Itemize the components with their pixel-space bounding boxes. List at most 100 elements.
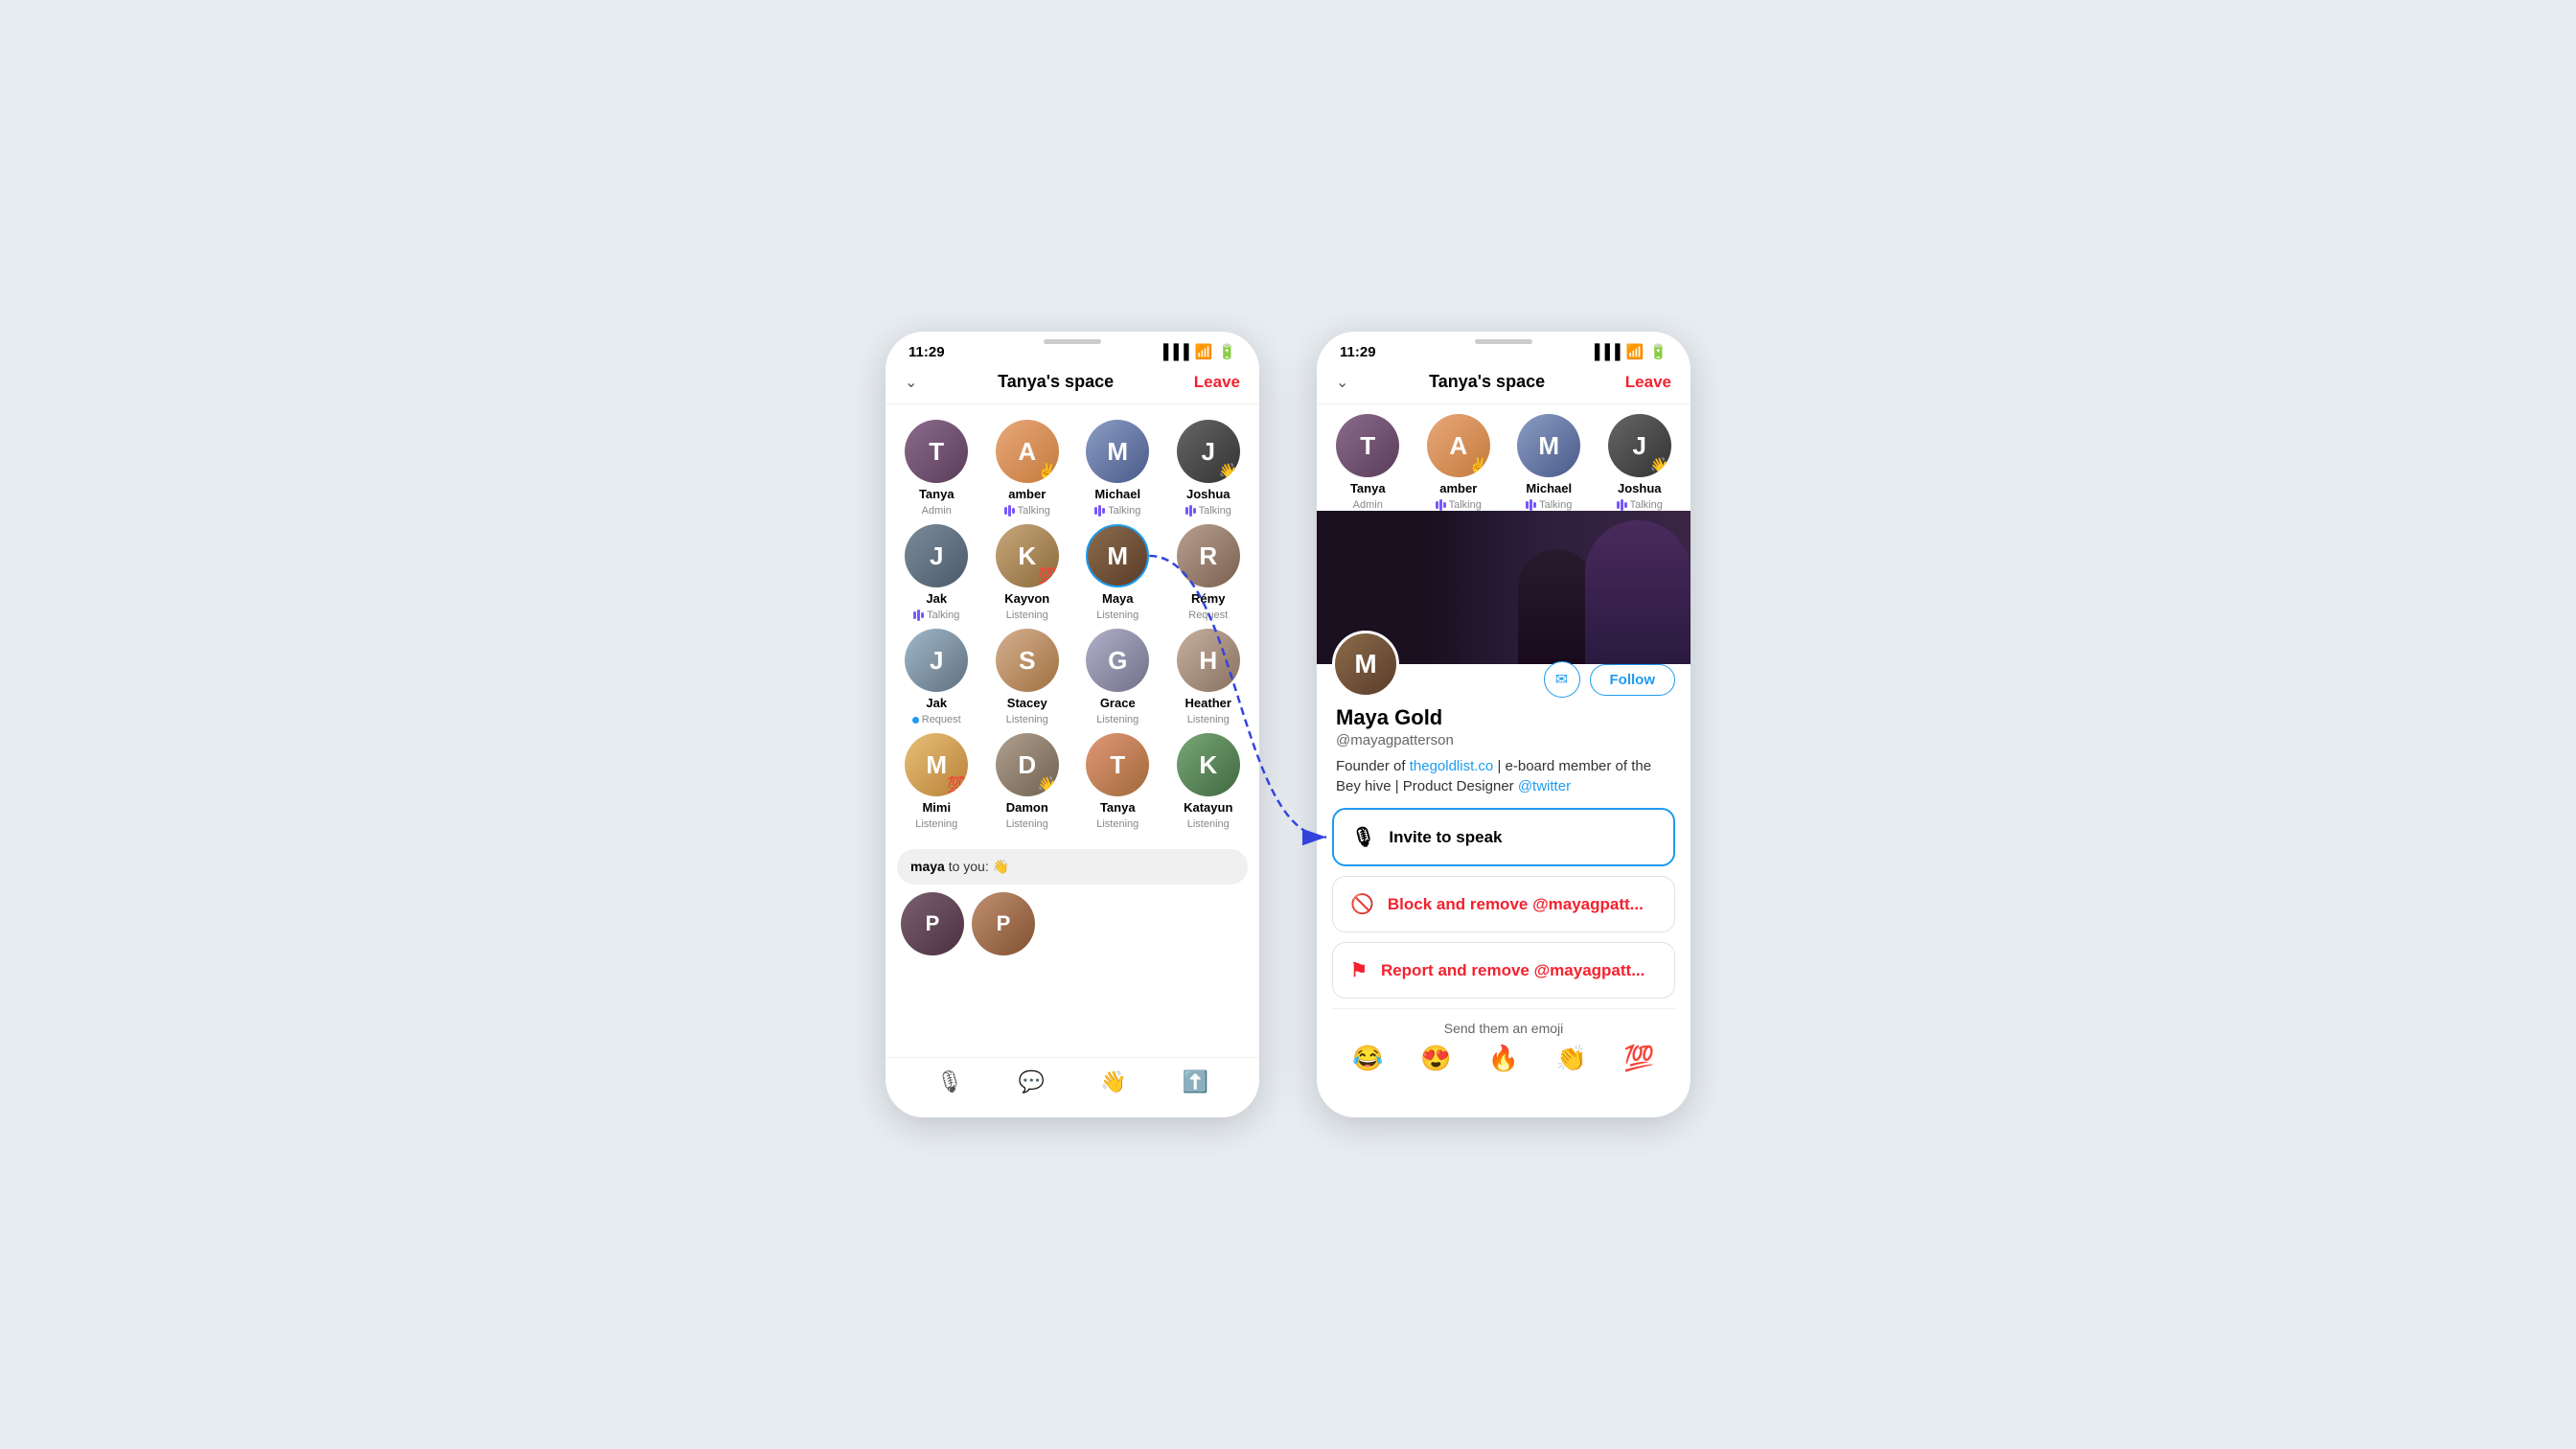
participant-michael: M Michael Talking [1076,420,1160,517]
right-space-header: ⌄ Tanya's space Leave [1317,364,1690,404]
participant-kayvon: K💯 Kayvon Listening [986,524,1070,621]
wifi-icon: 📶 [1195,343,1213,360]
r-name-joshua: Joshua [1618,481,1662,495]
r-avatar-tanya: T [1336,414,1399,477]
emoji-fire[interactable]: 🔥 [1488,1044,1519,1073]
bio-text1: Founder of [1336,758,1410,774]
avatar-maya[interactable]: M [1086,524,1149,587]
bio-link2[interactable]: @twitter [1518,778,1571,794]
profile-header-section: M ✉ Follow [1317,631,1690,698]
participant-jak: J Jak Talking [895,524,978,621]
r-status-amber: Talking [1436,499,1482,511]
emoji-row: 😂 😍 🔥 👏 💯 [1334,1044,1673,1073]
participant-remy: R Rémy Request [1167,524,1251,621]
emoji-heart-eyes[interactable]: 😍 [1420,1044,1451,1073]
report-remove-button[interactable]: ⚑ Report and remove @mayagpatt... [1332,942,1675,999]
left-status-bar: 11:29 ▐▐▐ 📶 🔋 [886,332,1259,364]
left-leave-button[interactable]: Leave [1194,373,1240,392]
status-jak2: Request [912,714,961,725]
right-phone: 11:29 ▐▐▐ 📶 🔋 ⌄ Tanya's space Leave T Ta… [1317,332,1690,1117]
status-tanya: Admin [922,505,952,517]
avatar-joshua: J👋 [1177,420,1240,483]
name-remy: Rémy [1191,591,1225,606]
signal-icon: ▐▐▐ [1159,344,1189,360]
participant-stacey: S Stacey Listening [986,629,1070,725]
follow-button[interactable]: Follow [1590,664,1676,696]
left-space-title: Tanya's space [998,372,1114,392]
invite-to-speak-button[interactable]: 🎙 Invite to speak [1332,808,1675,866]
chevron-down-icon[interactable]: ⌄ [905,373,917,392]
left-phone: 11:29 ▐▐▐ 📶 🔋 ⌄ Tanya's space Leave T Ta… [886,332,1259,1117]
bio-link1[interactable]: thegoldlist.co [1410,758,1494,774]
left-space-header: ⌄ Tanya's space Leave [886,364,1259,404]
participant-katayun: K Katayun Listening [1167,733,1251,830]
signal-icon-r: ▐▐▐ [1590,344,1621,360]
r-name-amber: amber [1439,481,1477,495]
scene: 11:29 ▐▐▐ 📶 🔋 ⌄ Tanya's space Leave T Ta… [886,332,1690,1117]
participant-tanya2: T Tanya Listening [1076,733,1160,830]
status-kayvon: Listening [1006,610,1048,621]
block-remove-button[interactable]: 🚫 Block and remove @mayagpatt... [1332,876,1675,932]
name-stacey: Stacey [1007,696,1047,710]
participant-mimi: M💯 Mimi Listening [895,733,978,830]
emoji-section: Send them an emoji 😂 😍 🔥 👏 💯 [1317,1009,1690,1085]
status-katayun: Listening [1187,818,1230,830]
report-remove-label: Report and remove @mayagpatt... [1381,961,1644,980]
avatar-remy: R [1177,524,1240,587]
avatar-kayvon: K💯 [996,524,1059,587]
status-grace: Listening [1096,714,1138,725]
name-jak: Jak [926,591,947,606]
r-participant-michael: M Michael Talking [1507,414,1591,511]
name-damon: Damon [1006,800,1048,815]
share-icon[interactable]: ⬆️ [1183,1070,1208,1094]
chat-sender: maya [910,859,945,874]
name-heather: Heather [1185,696,1231,710]
action-menu: 🎙 Invite to speak 🚫 Block and remove @ma… [1332,808,1675,999]
avatar-damon: D👋 [996,733,1059,796]
status-amber: Talking [1004,505,1050,517]
right-leave-button[interactable]: Leave [1625,373,1671,392]
wifi-icon-r: 📶 [1626,343,1644,360]
chat-bubble: maya to you: 👋 [897,849,1248,885]
chat-message: to you: 👋 [945,859,1009,874]
emoji-section-label: Send them an emoji [1444,1021,1564,1036]
r-participant-amber: A✌️ amber Talking [1417,414,1501,511]
name-michael: Michael [1094,487,1140,501]
wave-icon[interactable]: 👋 [1100,1070,1126,1094]
left-time: 11:29 [908,344,945,360]
battery-icon: 🔋 [1218,343,1236,360]
emoji-clap[interactable]: 👏 [1556,1044,1587,1073]
r-status-tanya: Admin [1353,499,1383,511]
report-action-icon: ⚑ [1350,958,1368,982]
emoji-100[interactable]: 💯 [1623,1044,1654,1073]
r-name-tanya: Tanya [1350,481,1386,495]
avatar-amber: A✌️ [996,420,1059,483]
avatar-tanya2: T [1086,733,1149,796]
r-participant-tanya: T Tanya Admin [1326,414,1410,511]
avatar-grace: G [1086,629,1149,692]
chat-icon[interactable]: 💬 [1019,1070,1045,1094]
status-tanya2: Listening [1096,818,1138,830]
r-avatar-joshua: J👋 [1608,414,1671,477]
status-mimi: Listening [915,818,957,830]
block-remove-label: Block and remove @mayagpatt... [1388,895,1644,914]
emoji-laugh[interactable]: 😂 [1352,1044,1383,1073]
battery-icon-r: 🔋 [1649,343,1668,360]
avatar-michael: M [1086,420,1149,483]
participant-amber: A✌️ amber Talking [986,420,1070,517]
right-space-title: Tanya's space [1429,372,1545,392]
participant-damon: D👋 Damon Listening [986,733,1070,830]
name-tanya2: Tanya [1100,800,1136,815]
mail-button[interactable]: ✉ [1544,661,1580,698]
avatar-tanya: T [905,420,968,483]
participant-grace: G Grace Listening [1076,629,1160,725]
mic-icon[interactable]: 🎙 [936,1070,963,1094]
participant-maya[interactable]: M Maya Listening [1076,524,1160,621]
name-tanya: Tanya [919,487,954,501]
chevron-down-icon-r[interactable]: ⌄ [1336,373,1348,392]
status-heather: Listening [1187,714,1230,725]
right-time: 11:29 [1340,344,1376,360]
name-joshua: Joshua [1186,487,1230,501]
name-grace: Grace [1100,696,1136,710]
status-damon: Listening [1006,818,1048,830]
